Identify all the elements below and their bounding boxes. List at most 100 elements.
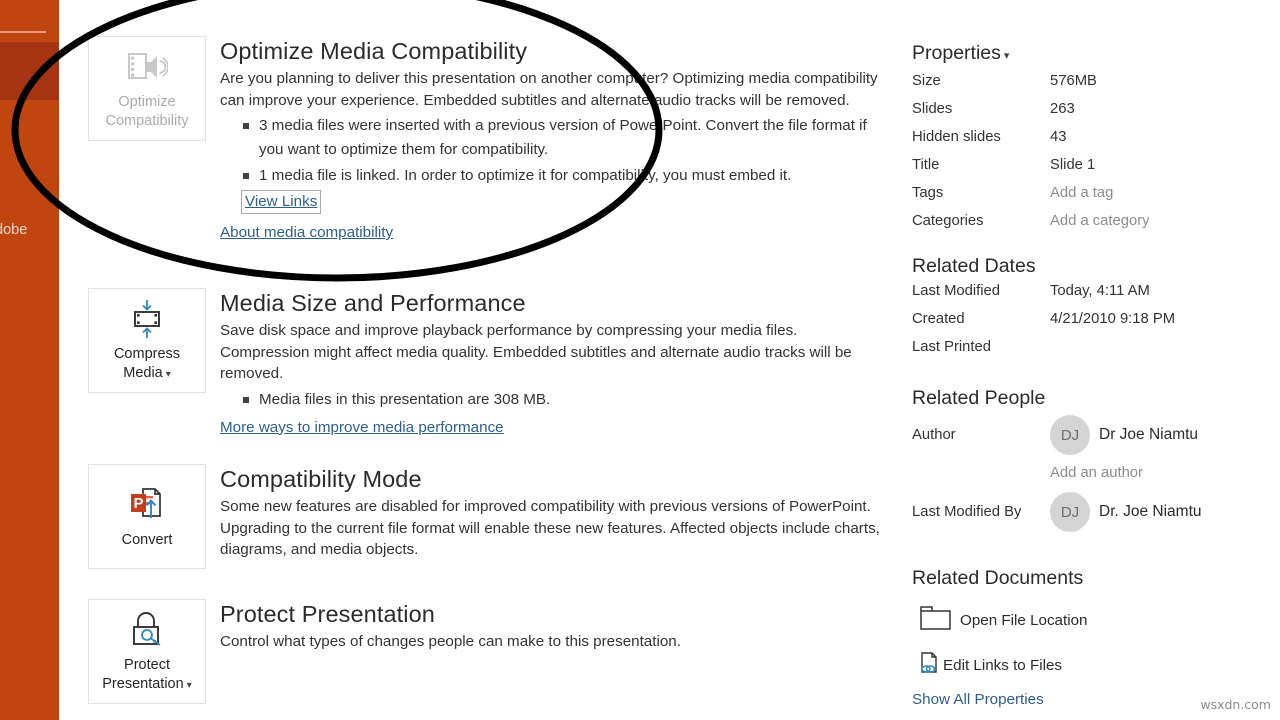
optimize-media-bullets: 3 media files were inserted with a previ… xyxy=(220,114,880,188)
optimize-compatibility-button[interactable]: Optimize Compatibility xyxy=(88,36,206,141)
author-chip[interactable]: DJ Dr Joe Niamtu xyxy=(1050,415,1198,455)
protect-presentation-label-line2: Presentation ▾ xyxy=(102,675,192,692)
convert-label: Convert xyxy=(121,531,173,548)
protect-presentation-paragraph: Control what types of changes people can… xyxy=(220,633,681,650)
property-value: 576MB xyxy=(1050,73,1097,89)
date-value: Today, 4:11 AM xyxy=(1050,283,1150,299)
edit-links-label: Edit Links to Files xyxy=(943,657,1063,674)
add-author-input[interactable]: Add an author xyxy=(1050,465,1143,481)
protect-presentation-button[interactable]: Protect Presentation ▾ xyxy=(88,599,206,704)
property-key: Hidden slides xyxy=(912,129,1001,145)
date-key: Created xyxy=(912,311,965,327)
avatar: DJ xyxy=(1050,415,1090,455)
tags-input[interactable]: Add a tag xyxy=(1050,185,1113,201)
media-speaker-icon xyxy=(124,46,170,88)
lock-key-icon xyxy=(124,609,170,651)
compatibility-mode-title: Compatibility Mode xyxy=(220,466,422,492)
author-name: Dr Joe Niamtu xyxy=(1099,426,1199,443)
property-value: 263 xyxy=(1050,101,1075,117)
table-row: Created 4/21/2010 9:18 PM xyxy=(912,311,1280,339)
rail-selected-item[interactable] xyxy=(0,42,59,100)
media-size-bullets: Media files in this presentation are 308… xyxy=(220,388,880,412)
backstage-rail: dobe xyxy=(0,0,59,720)
list-item: Media files in this presentation are 308… xyxy=(220,388,880,412)
last-modified-by-row: Last Modified By DJ Dr. Joe Niamtu xyxy=(912,492,1280,532)
properties-block: Properties ▾ Size 576MB Slides 263 Hidden… xyxy=(912,40,1280,241)
table-row: Hidden slides 43 xyxy=(912,129,1280,157)
related-documents-block: Related Documents Open File Location Edi… xyxy=(912,565,1280,709)
table-row: Title Slide 1 xyxy=(912,157,1280,185)
last-modified-by-name: Dr. Joe Niamtu xyxy=(1099,503,1202,520)
table-row: Last Modified Today, 4:11 AM xyxy=(912,283,1280,311)
media-size-title: Media Size and Performance xyxy=(220,290,526,316)
svg-text:P: P xyxy=(133,495,143,512)
protect-presentation-body: Protect Presentation Control what types … xyxy=(220,599,880,653)
avatar: DJ xyxy=(1050,492,1090,532)
compress-media-icon xyxy=(124,298,170,340)
optimize-compatibility-label-line2: Compatibility xyxy=(105,113,189,129)
view-links-focus-frame: View Links xyxy=(241,190,322,214)
edit-links-icon xyxy=(919,651,941,680)
edit-links-row[interactable]: Edit Links to Files xyxy=(919,651,1280,680)
optimize-media-title: Optimize Media Compatibility xyxy=(220,38,528,64)
open-file-location-label: Open File Location xyxy=(960,612,1088,629)
property-value: Slide 1 xyxy=(1050,157,1096,173)
compatibility-mode-body: Compatibility Mode Some new features are… xyxy=(220,464,880,561)
open-file-location-row[interactable]: Open File Location xyxy=(919,604,1280,637)
last-modified-by-label: Last Modified By xyxy=(912,504,1022,520)
related-people-block: Related People Author DJ Dr Joe Niamtu A… xyxy=(912,385,1280,532)
table-row: Categories Add a category xyxy=(912,213,1280,241)
compress-media-button[interactable]: Compress Media ▾ xyxy=(88,288,206,393)
properties-heading[interactable]: Properties ▾ xyxy=(912,40,1280,69)
date-value: 4/21/2010 9:18 PM xyxy=(1050,311,1176,327)
related-dates-heading: Related Dates xyxy=(912,255,1036,277)
list-item: 1 media file is linked. In order to opti… xyxy=(220,164,880,188)
rail-item-label-truncated[interactable]: dobe xyxy=(0,221,59,239)
view-links-link[interactable]: View Links xyxy=(245,192,317,212)
table-row: Last Printed xyxy=(912,339,1280,367)
categories-input[interactable]: Add a category xyxy=(1050,213,1150,229)
property-key: Size xyxy=(912,73,941,89)
author-label: Author xyxy=(912,427,956,443)
protect-presentation-label-line1: Protect xyxy=(124,656,170,673)
convert-document-icon: P xyxy=(124,484,170,526)
watermark: wsxdn.com xyxy=(1200,697,1271,712)
author-row: Author DJ Dr Joe Niamtu xyxy=(912,415,1280,455)
folder-icon xyxy=(919,604,953,637)
compress-media-label-line1: Compress xyxy=(113,345,181,362)
more-ways-improve-media-performance-link[interactable]: More ways to improve media performance xyxy=(220,418,504,438)
powerpoint-info-backstage: dobe xyxy=(0,0,1280,720)
list-item: 3 media files were inserted with a previ… xyxy=(220,114,880,162)
compress-media-label-line2: Media ▾ xyxy=(123,364,171,381)
date-key: Last Modified xyxy=(912,283,1001,299)
chevron-down-icon: ▾ xyxy=(1003,50,1010,62)
table-row: Slides 263 xyxy=(912,101,1280,129)
about-media-compatibility-link[interactable]: About media compatibility xyxy=(220,223,393,243)
chevron-down-icon: ▾ xyxy=(186,679,192,691)
table-row: Tags Add a tag xyxy=(912,185,1280,213)
related-people-heading: Related People xyxy=(912,387,1046,409)
convert-button[interactable]: P Convert xyxy=(88,464,206,569)
compatibility-mode-paragraph: Some new features are disabled for impro… xyxy=(220,498,880,558)
property-key: Title xyxy=(912,157,940,173)
optimize-compatibility-label-line1: Optimize xyxy=(118,94,176,110)
media-size-paragraph: Save disk space and improve playback per… xyxy=(220,322,852,382)
property-value: 43 xyxy=(1050,129,1067,145)
protect-presentation-title: Protect Presentation xyxy=(220,601,435,627)
optimize-media-body: Optimize Media Compatibility Are you pla… xyxy=(220,36,880,243)
last-modified-by-chip[interactable]: DJ Dr. Joe Niamtu xyxy=(1050,492,1202,532)
optimize-media-paragraph: Are you planning to deliver this present… xyxy=(220,70,878,109)
table-row: Size 576MB xyxy=(912,73,1280,101)
property-key: Slides xyxy=(912,101,953,117)
related-dates-block: Related Dates Last Modified Today, 4:11 … xyxy=(912,253,1280,367)
info-side-column: Properties ▾ Size 576MB Slides 263 Hidden… xyxy=(912,0,1280,720)
related-documents-heading: Related Documents xyxy=(912,567,1084,589)
date-key: Last Printed xyxy=(912,339,991,355)
chevron-down-icon: ▾ xyxy=(165,368,171,380)
show-all-properties-link[interactable]: Show All Properties xyxy=(912,691,1044,708)
rail-divider xyxy=(0,31,46,33)
property-key: Categories xyxy=(912,213,984,229)
media-size-body: Media Size and Performance Save disk spa… xyxy=(220,288,880,438)
property-key: Tags xyxy=(912,185,944,201)
info-main-column: Optimize Compatibility Optimize Media Co… xyxy=(88,0,888,720)
